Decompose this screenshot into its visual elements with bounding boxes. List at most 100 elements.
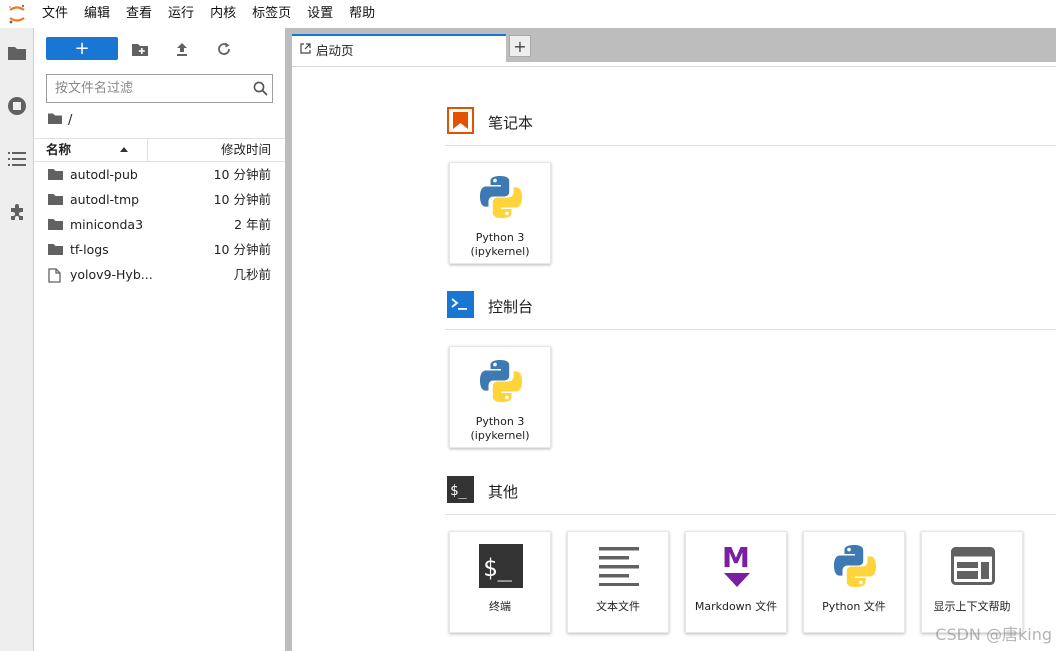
folder-icon	[48, 243, 64, 257]
running-icon[interactable]	[0, 89, 34, 123]
tab-launcher[interactable]: 启动页	[292, 34, 506, 62]
section-title-console: 控制台	[488, 297, 534, 316]
notebook-python3-card[interactable]: Python 3 (ipykernel)	[449, 162, 551, 264]
upload-icon[interactable]	[172, 39, 192, 59]
tab-bar: 启动页 +	[292, 28, 1056, 62]
section-notebook: 笔记本	[447, 106, 534, 138]
file-filter	[46, 74, 273, 103]
file-modified: 10 分钟前	[213, 167, 271, 182]
section-other: $_ 其他	[447, 475, 519, 507]
extension-icon[interactable]	[0, 196, 34, 230]
python-file-card[interactable]: Python 文件	[803, 531, 905, 633]
file-row-miniconda3[interactable]: miniconda3 2 年前	[34, 213, 285, 237]
file-modified: 2 年前	[234, 217, 271, 232]
section-divider	[445, 145, 1056, 146]
file-modified: 几秒前	[233, 267, 271, 282]
card-label: 显示上下文帮助	[933, 600, 1011, 613]
panel-splitter[interactable]	[285, 28, 292, 651]
card-label-line2: (ipykernel)	[470, 245, 530, 258]
context-help-card[interactable]: 显示上下文帮助	[921, 531, 1023, 633]
other-section-icon: $_	[447, 475, 474, 507]
file-name: tf-logs	[70, 242, 109, 257]
file-name: autodl-pub	[70, 167, 138, 182]
section-console: 控制台	[447, 290, 534, 322]
notebook-section-icon	[447, 106, 474, 138]
text-file-icon	[593, 540, 645, 592]
console-python3-card[interactable]: Python 3 (ipykernel)	[449, 346, 551, 448]
python-icon	[475, 355, 527, 407]
card-label-line2: (ipykernel)	[470, 429, 530, 442]
section-divider	[445, 329, 1056, 330]
markdown-icon: M	[711, 540, 763, 592]
add-tab-button[interactable]: +	[509, 35, 531, 57]
breadcrumb: /	[48, 111, 72, 129]
svg-text:$_: $_	[450, 483, 467, 499]
column-modified[interactable]: 修改时间	[221, 139, 271, 161]
column-name[interactable]: 名称	[34, 139, 148, 161]
file-name: yolov9-Hyb...	[70, 267, 153, 282]
card-label: 终端	[489, 600, 511, 613]
menu-file[interactable]: 文件	[34, 0, 76, 28]
text-file-card[interactable]: 文本文件	[567, 531, 669, 633]
menu-tabs[interactable]: 标签页	[244, 0, 299, 28]
file-browser-toolbar: +	[34, 28, 285, 68]
menu-edit[interactable]: 编辑	[76, 0, 118, 28]
activity-bar	[0, 28, 34, 651]
menu-kernel[interactable]: 内核	[202, 0, 244, 28]
tab-label: 启动页	[316, 42, 354, 58]
launcher: 笔记本 Python 3 (ipykernel) 控制台 Python 3 (i…	[292, 67, 1056, 651]
card-label-line1: Python 3	[475, 415, 525, 428]
folder-icon[interactable]	[0, 36, 34, 70]
section-divider	[445, 514, 1056, 515]
jupyter-logo-icon	[0, 0, 34, 28]
file-name: autodl-tmp	[70, 192, 140, 207]
console-section-icon	[447, 290, 474, 322]
new-folder-icon[interactable]	[130, 39, 150, 59]
file-browser: + / 名称 修改时间 autodl-pub 10 分钟前	[34, 28, 285, 651]
python-icon	[475, 171, 527, 223]
terminal-card[interactable]: $_ 终端	[449, 531, 551, 633]
menu-settings[interactable]: 设置	[299, 0, 341, 28]
menubar: 文件 编辑 查看 运行 内核 标签页 设置 帮助	[0, 0, 1056, 28]
file-row-autodl-pub[interactable]: autodl-pub 10 分钟前	[34, 163, 285, 187]
file-row-autodl-tmp[interactable]: autodl-tmp 10 分钟前	[34, 188, 285, 212]
column-name-label: 名称	[46, 142, 72, 157]
section-title-other: 其他	[488, 482, 519, 501]
new-launcher-button[interactable]: +	[46, 37, 118, 60]
markdown-file-card[interactable]: M Markdown 文件	[685, 531, 787, 633]
file-modified: 10 分钟前	[213, 192, 271, 207]
file-icon	[48, 268, 64, 283]
context-help-icon	[947, 540, 999, 592]
menu-help[interactable]: 帮助	[341, 0, 383, 28]
folder-icon	[48, 193, 64, 207]
python-icon	[829, 540, 881, 592]
card-label: 文本文件	[596, 600, 640, 613]
home-folder-icon[interactable]	[48, 113, 62, 128]
launcher-tab-icon	[300, 42, 311, 57]
terminal-icon: $_	[475, 540, 527, 592]
file-list-header: 名称 修改时间	[34, 138, 285, 162]
folder-icon	[48, 168, 64, 182]
card-label: Markdown 文件	[694, 600, 778, 613]
menu-view[interactable]: 查看	[118, 0, 160, 28]
file-row-tf-logs[interactable]: tf-logs 10 分钟前	[34, 238, 285, 262]
svg-text:M: M	[722, 543, 750, 574]
toc-icon[interactable]	[0, 142, 34, 176]
file-name: miniconda3	[70, 217, 144, 232]
sort-ascending-icon	[120, 147, 128, 152]
refresh-icon[interactable]	[214, 39, 234, 59]
svg-text:$_: $_	[483, 554, 512, 582]
search-icon	[248, 77, 272, 101]
file-filter-input[interactable]	[47, 75, 248, 102]
watermark: CSDN @唐king	[935, 625, 1052, 644]
card-label: Python 文件	[822, 600, 886, 613]
card-label-line1: Python 3	[475, 231, 525, 244]
section-title-notebook: 笔记本	[488, 113, 534, 132]
file-row-yolov9[interactable]: yolov9-Hyb... 几秒前	[34, 263, 285, 287]
menu-run[interactable]: 运行	[160, 0, 202, 28]
card-label: Python 3 (ipykernel)	[450, 415, 550, 443]
file-modified: 10 分钟前	[213, 242, 271, 257]
folder-icon	[48, 218, 64, 232]
breadcrumb-root[interactable]: /	[68, 113, 72, 128]
card-label: Python 3 (ipykernel)	[450, 231, 550, 259]
